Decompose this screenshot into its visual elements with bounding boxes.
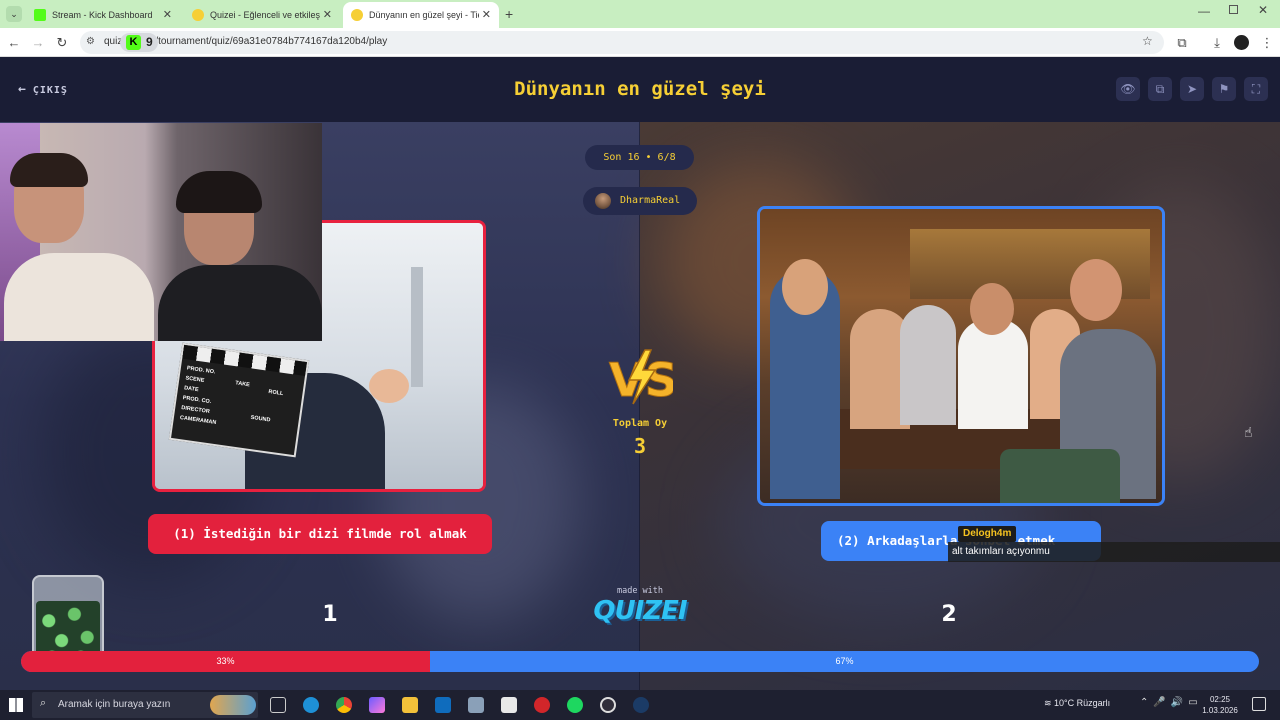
chrome-icon[interactable]: [336, 697, 352, 713]
option-2-image-card[interactable]: [757, 206, 1165, 506]
matchup-stage: Son 16 • 6/8 DharmaReal PROD. NO. SCENE …: [0, 122, 1280, 690]
store-icon[interactable]: [501, 697, 517, 713]
option-2-vote-count: 2: [941, 602, 957, 627]
clapper-text: ROLL: [267, 389, 284, 398]
total-votes-value: 3: [633, 434, 647, 458]
windows-taskbar: ⌕ Aramak için buraya yazın ≋ 10°C Rüzgar…: [0, 690, 1280, 720]
chat-message: alt takımları açıyonmu: [948, 542, 1280, 562]
taskbar-search[interactable]: ⌕ Aramak için buraya yazın: [32, 692, 258, 718]
mouse-cursor-icon: ☝: [1244, 424, 1253, 440]
url-path: /tournament/quiz/69a31e0784b774167da120b…: [155, 36, 388, 47]
eye-icon[interactable]: 👁: [1116, 77, 1140, 101]
taskbar-clock[interactable]: 02:25 1.03.2026: [1200, 694, 1240, 716]
option-2-percent: 67%: [835, 656, 854, 666]
tab-label: Dünyanın en güzel şeyi - Tier Li: [369, 10, 479, 20]
vote-progress-bar: 33% 67%: [21, 651, 1259, 672]
steam-icon[interactable]: [633, 697, 649, 713]
made-with-label: made with: [616, 586, 664, 596]
notification-icon[interactable]: [1252, 697, 1266, 711]
profile-avatar[interactable]: [1234, 35, 1249, 50]
tab-kick-dashboard[interactable]: Stream - Kick Dashboard ✕: [26, 2, 180, 28]
search-placeholder: Aramak için buraya yazın: [58, 699, 171, 710]
quizei-favicon-icon: [351, 9, 363, 21]
task-view-icon[interactable]: [270, 697, 286, 713]
option-1-button[interactable]: (1) İstediğin bir dizi filmde rol almak: [148, 514, 492, 554]
copy-icon[interactable]: ⧉: [1148, 77, 1172, 101]
kick-favicon-icon: [34, 9, 46, 21]
person-left-shirt: [4, 253, 154, 341]
user-badge: DharmaReal: [583, 187, 697, 215]
clapper-text: SOUND: [250, 414, 271, 424]
tray-icons[interactable]: ⌃🎤🔊▭: [1140, 697, 1203, 708]
clock-date: 1.03.2026: [1202, 706, 1238, 715]
extensions-icon[interactable]: ⧉: [1173, 34, 1191, 52]
page-title: Dünyanın en güzel şeyi: [514, 78, 766, 100]
send-icon[interactable]: ➤: [1180, 77, 1204, 101]
close-tab-icon[interactable]: ✕: [323, 8, 332, 21]
close-tab-icon[interactable]: ✕: [163, 8, 172, 21]
clapper-text: TAKE: [234, 380, 251, 389]
file-explorer-icon[interactable]: [402, 697, 418, 713]
edge-icon[interactable]: [303, 697, 319, 713]
flag-icon[interactable]: ⚑: [1212, 77, 1236, 101]
person-hand: [369, 369, 409, 403]
browser-tab-bar: ⌄ Stream - Kick Dashboard ✕ Quizei - Eğl…: [0, 0, 1280, 28]
browser-menu-icon[interactable]: ⋮: [1258, 34, 1276, 52]
search-highlight-image: [210, 695, 256, 715]
back-icon[interactable]: ←: [5, 34, 23, 52]
copilot-icon[interactable]: [369, 697, 385, 713]
kick-logo-icon: K: [126, 35, 141, 50]
person-left-hair: [10, 153, 88, 187]
clapperboard: PROD. NO. SCENE DATE PROD. CO. DIRECTOR …: [168, 342, 310, 458]
option-1-percent: 33%: [216, 656, 235, 666]
weather-text: 10°C Rüzgarlı: [1054, 698, 1111, 708]
bookmark-star-icon[interactable]: ☆: [1142, 34, 1153, 48]
app-icon[interactable]: [468, 697, 484, 713]
search-icon: ⌕: [40, 697, 47, 709]
site-info-icon[interactable]: ⚙: [86, 36, 98, 48]
new-tab-icon[interactable]: +: [505, 6, 513, 22]
user-avatar: [595, 193, 611, 209]
kick-count: 9: [146, 35, 153, 49]
url-field[interactable]: ⚙ quiz/tournament/quiz/69a31e0784b774167…: [80, 31, 1164, 54]
tab-list-dropdown-icon[interactable]: ⌄: [6, 6, 22, 22]
quiz-header: ← ÇIKIŞ Dünyanın en güzel şeyi 👁 ⧉ ➤ ⚑ ⛶: [0, 58, 1280, 122]
tab-quizei[interactable]: Quizei - Eğlenceli ve etkileşimli ✕: [184, 2, 340, 28]
red-app-icon[interactable]: [534, 697, 550, 713]
reload-icon[interactable]: ↻: [53, 34, 71, 52]
person-right-hoodie: [158, 265, 322, 341]
windows-start-icon[interactable]: [9, 698, 23, 712]
round-badge: Son 16 • 6/8: [585, 145, 694, 170]
outlook-icon[interactable]: [435, 697, 451, 713]
vs-lightning-icon: VS: [609, 349, 673, 406]
chat-username: Delogh4m: [958, 526, 1017, 542]
username: DharmaReal: [620, 195, 681, 206]
spotify-icon[interactable]: [567, 697, 583, 713]
wind-icon: ≋: [1044, 698, 1055, 708]
quizei-favicon-icon: [192, 9, 204, 21]
chair: [1000, 449, 1120, 503]
tab-label: Quizei - Eğlenceli ve etkileşimli: [210, 10, 320, 20]
tab-label: Stream - Kick Dashboard: [52, 10, 153, 20]
tower-shape: [411, 267, 423, 387]
webcam-overlay: [0, 123, 322, 341]
restore-icon[interactable]: [1229, 5, 1238, 14]
fullscreen-icon[interactable]: ⛶: [1244, 77, 1268, 101]
quizei-logo[interactable]: QUIZEI: [592, 596, 688, 626]
total-votes-label: Toplam Oy: [612, 418, 668, 429]
download-icon[interactable]: ⤓: [1208, 34, 1226, 52]
clock-time: 02:25: [1209, 695, 1231, 704]
minimize-icon[interactable]: —: [1198, 4, 1210, 18]
person-right-hair: [176, 171, 262, 213]
forward-icon[interactable]: →: [29, 34, 47, 52]
close-window-icon[interactable]: ✕: [1258, 3, 1268, 17]
obs-icon[interactable]: [600, 697, 616, 713]
weather-indicator[interactable]: ≋ 10°C Rüzgarlı: [1044, 698, 1110, 709]
tab-tier-list-active[interactable]: Dünyanın en güzel şeyi - Tier Li ✕: [343, 2, 499, 28]
option-1-vote-count: 1: [322, 602, 338, 627]
close-tab-icon[interactable]: ✕: [482, 8, 491, 21]
address-bar-row: ← → ↻ ⚙ quiz/tournament/quiz/69a31e0784b…: [0, 28, 1280, 57]
